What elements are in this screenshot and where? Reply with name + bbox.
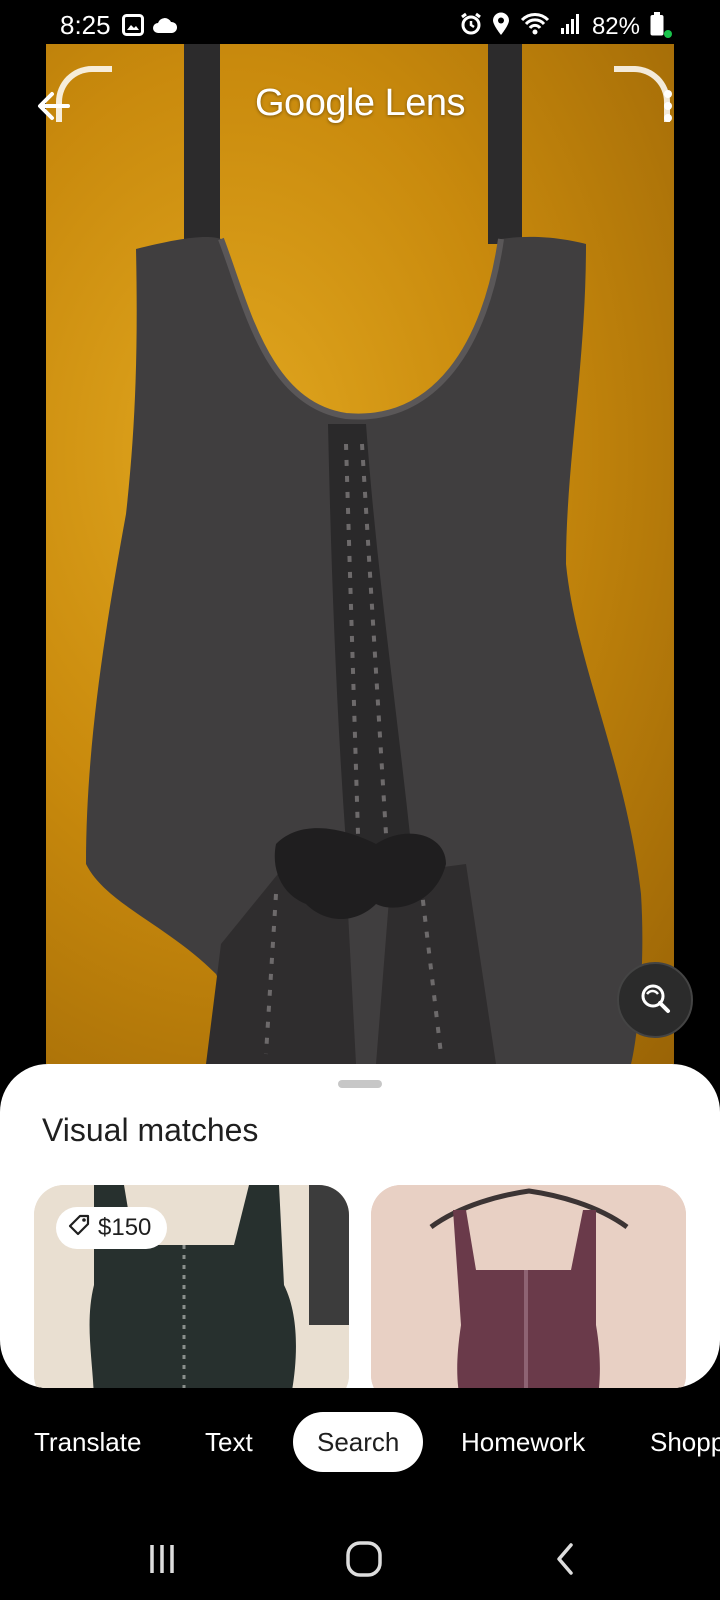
tab-search[interactable]: Search: [293, 1412, 424, 1472]
garment-illustration: [86, 44, 643, 1064]
tab-shopping[interactable]: Shopping: [650, 1412, 720, 1472]
privacy-indicator-dot: [664, 30, 672, 38]
tag-icon: [68, 1214, 90, 1243]
search-region-button[interactable]: [617, 962, 693, 1038]
query-photo[interactable]: [46, 44, 674, 1064]
recent-apps-icon[interactable]: [132, 1534, 192, 1584]
gallery-icon: [122, 14, 144, 41]
visual-match-card[interactable]: $150: [34, 1185, 349, 1388]
sheet-drag-handle[interactable]: [338, 1080, 382, 1088]
wifi-icon: [520, 12, 550, 41]
tab-homework[interactable]: Homework: [461, 1412, 585, 1472]
location-icon: [492, 12, 510, 41]
back-icon[interactable]: [536, 1534, 596, 1584]
cloud-icon: [152, 16, 178, 39]
price-badge: $150: [56, 1207, 168, 1249]
results-sheet[interactable]: Visual matches $150: [0, 1064, 720, 1388]
price-text: $150: [98, 1214, 152, 1241]
match-thumbnail: [371, 1185, 686, 1388]
tab-text[interactable]: Text: [205, 1412, 253, 1472]
mode-tabs: Translate Text Search Homework Shopping: [0, 1412, 720, 1472]
battery-icon: [650, 12, 664, 41]
home-icon[interactable]: [334, 1534, 394, 1584]
signal-icon: [560, 13, 582, 40]
image-search-icon: [637, 980, 673, 1021]
alarm-icon: [460, 12, 482, 41]
system-nav-bar: [0, 1520, 720, 1600]
status-time: 8:25: [60, 10, 111, 40]
section-title: Visual matches: [42, 1112, 259, 1148]
battery-percent: 82%: [591, 12, 640, 40]
tab-translate[interactable]: Translate: [34, 1412, 141, 1472]
visual-match-card[interactable]: [371, 1185, 686, 1388]
